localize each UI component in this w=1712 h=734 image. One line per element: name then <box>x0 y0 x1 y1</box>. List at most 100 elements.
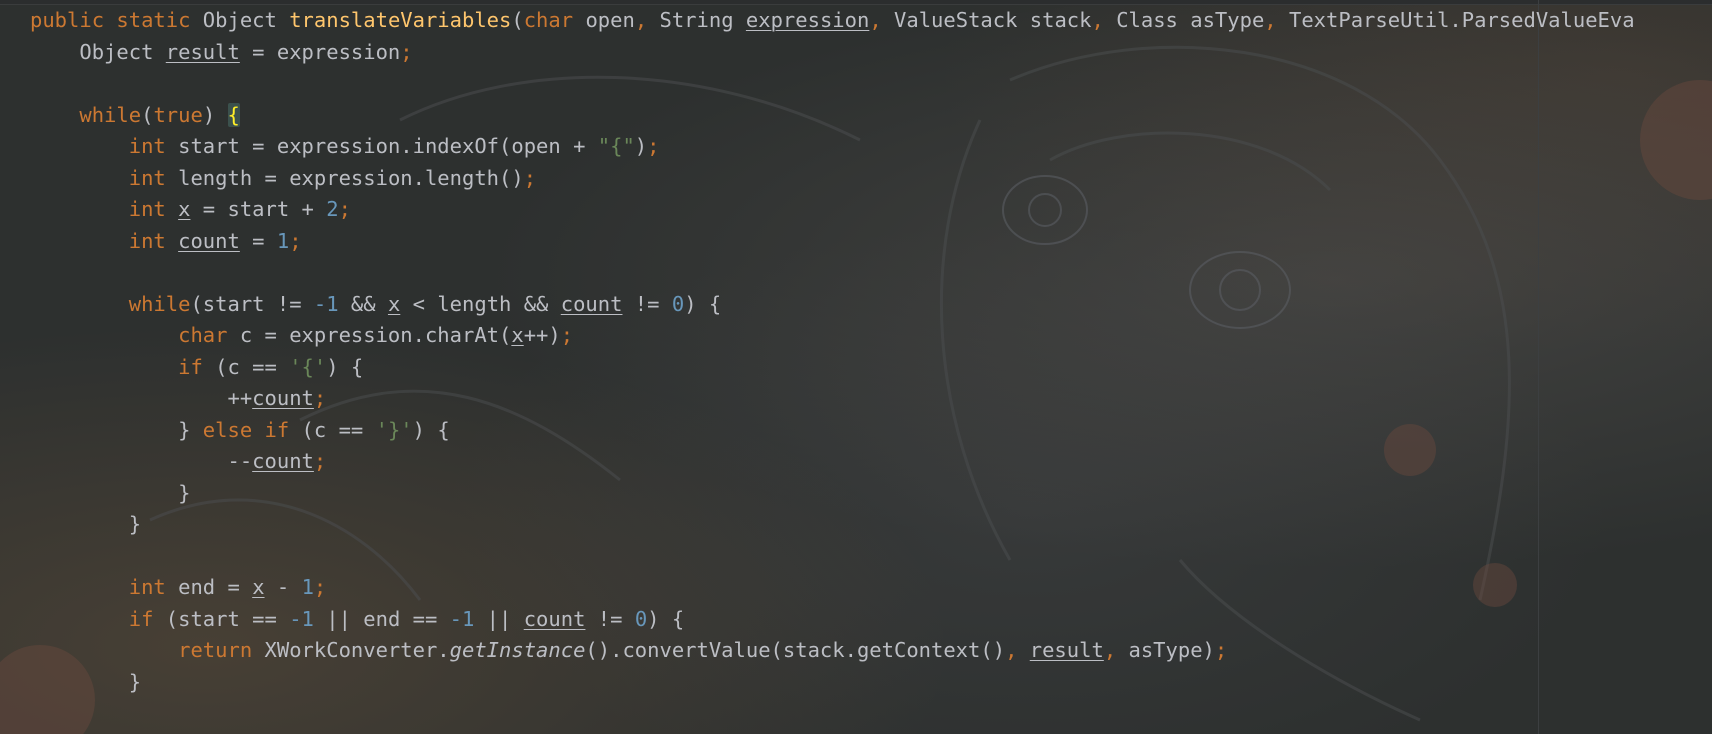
code-line[interactable]: --count; <box>30 448 326 474</box>
code-token: -1 <box>289 606 314 631</box>
code-token: char <box>178 323 240 347</box>
code-token: Object <box>202 8 290 32</box>
code-token: ( <box>511 8 524 32</box>
code-token: (start != <box>190 291 314 316</box>
code-token: count <box>560 291 623 316</box>
code-line[interactable]: while(true) { <box>30 102 240 128</box>
code-token: '}' <box>375 417 413 442</box>
code-token: else if <box>202 417 302 442</box>
code-token: TextParseUtil.ParsedValueEva <box>1288 8 1635 32</box>
code-token: length = expression.length() <box>178 165 524 190</box>
code-token: ++ <box>30 386 253 410</box>
code-line[interactable]: int x = start + 2; <box>30 196 351 222</box>
code-token: asType) <box>1128 638 1215 662</box>
code-token: ) { <box>684 291 722 316</box>
code-line[interactable]: if (c == '{') { <box>30 354 363 380</box>
code-token: end = <box>178 575 253 599</box>
code-token: || <box>474 606 524 631</box>
code-token: < length && <box>400 291 561 316</box>
code-token: -- <box>30 449 253 473</box>
code-token: ) { <box>326 354 364 379</box>
code-token: result <box>1029 638 1104 662</box>
code-token: ; <box>313 575 327 599</box>
code-token: int <box>128 134 179 158</box>
code-line[interactable]: public static Object translateVariables(… <box>30 7 1635 33</box>
code-token: int <box>128 165 179 190</box>
code-token: count <box>252 449 314 473</box>
code-line[interactable]: char c = expression.charAt(x++); <box>30 322 573 348</box>
code-line[interactable]: if (start == -1 || end == -1 || count !=… <box>30 606 684 632</box>
code-token: - <box>264 575 302 599</box>
code-token: return <box>178 638 265 662</box>
code-line[interactable]: Object result = expression; <box>30 39 413 65</box>
code-token: "{" <box>597 134 635 158</box>
code-line[interactable]: ++count; <box>30 385 326 411</box>
code-token: if <box>128 606 166 631</box>
code-token: int <box>128 575 179 599</box>
code-token: ; <box>289 228 302 253</box>
code-token: open <box>585 8 635 32</box>
code-token: (c == <box>301 417 376 442</box>
code-token: XWorkConverter. <box>264 638 450 662</box>
code-editor[interactable]: public static Object translateVariables(… <box>0 0 1712 734</box>
code-token: int <box>128 228 179 253</box>
code-token: ; <box>400 39 413 64</box>
code-line[interactable]: return XWorkConverter.getInstance().conv… <box>30 637 1227 663</box>
code-token: ().convertValue(stack.getContext() <box>585 638 1006 662</box>
code-token: while <box>79 102 142 127</box>
code-token: -1 <box>313 291 339 316</box>
code-token: translateVariables <box>289 8 512 32</box>
code-token: ) { <box>412 417 450 442</box>
code-token: 0 <box>634 606 648 631</box>
code-token: , <box>869 8 895 32</box>
code-line[interactable]: int length = expression.length(); <box>30 165 536 191</box>
code-token: ; <box>313 386 327 410</box>
code-token: -1 <box>449 606 475 631</box>
code-token: Class asType <box>1116 8 1265 32</box>
code-token: start = expression.indexOf(open + <box>178 134 598 158</box>
code-token: } <box>30 480 191 505</box>
code-token: (c == <box>215 354 290 379</box>
code-token: = <box>239 228 277 253</box>
code-token: x <box>387 291 401 316</box>
code-line[interactable]: } <box>30 480 190 506</box>
code-line[interactable]: } <box>30 511 141 537</box>
code-token: = start + <box>190 197 327 221</box>
code-line[interactable]: } else if (c == '}') { <box>30 417 450 443</box>
code-token: x <box>511 323 524 347</box>
code-token: x <box>178 197 191 221</box>
code-line[interactable]: int count = 1; <box>30 228 302 254</box>
code-token: || end == <box>313 606 450 631</box>
code-token: ) <box>202 102 228 127</box>
code-token: ValueStack stack <box>894 8 1092 32</box>
code-token: '{' <box>289 354 327 379</box>
code-line[interactable]: int start = expression.indexOf(open + "{… <box>30 133 660 159</box>
code-token: ; <box>338 197 351 221</box>
code-line[interactable]: while(start != -1 && x < length && count… <box>30 291 721 317</box>
code-line[interactable]: int end = x - 1; <box>30 574 327 600</box>
code-token: != <box>622 291 672 316</box>
code-token: && <box>338 291 388 316</box>
code-token: 1 <box>301 575 314 599</box>
code-token: count <box>523 606 586 631</box>
code-token: ( <box>141 102 154 127</box>
right-margin-guide <box>1538 0 1539 734</box>
code-token: Object <box>30 39 166 64</box>
code-token: int <box>128 197 179 221</box>
code-token: } <box>30 512 142 536</box>
code-token: result <box>165 39 240 64</box>
code-line[interactable]: } <box>30 669 141 695</box>
code-token: getInstance <box>449 638 586 662</box>
code-token: , <box>1091 8 1117 32</box>
code-token: char <box>523 8 586 32</box>
code-token: ; <box>1214 638 1228 662</box>
code-token: , <box>634 8 660 32</box>
code-token: c = expression.charAt( <box>239 323 512 347</box>
code-token: count <box>252 386 314 410</box>
